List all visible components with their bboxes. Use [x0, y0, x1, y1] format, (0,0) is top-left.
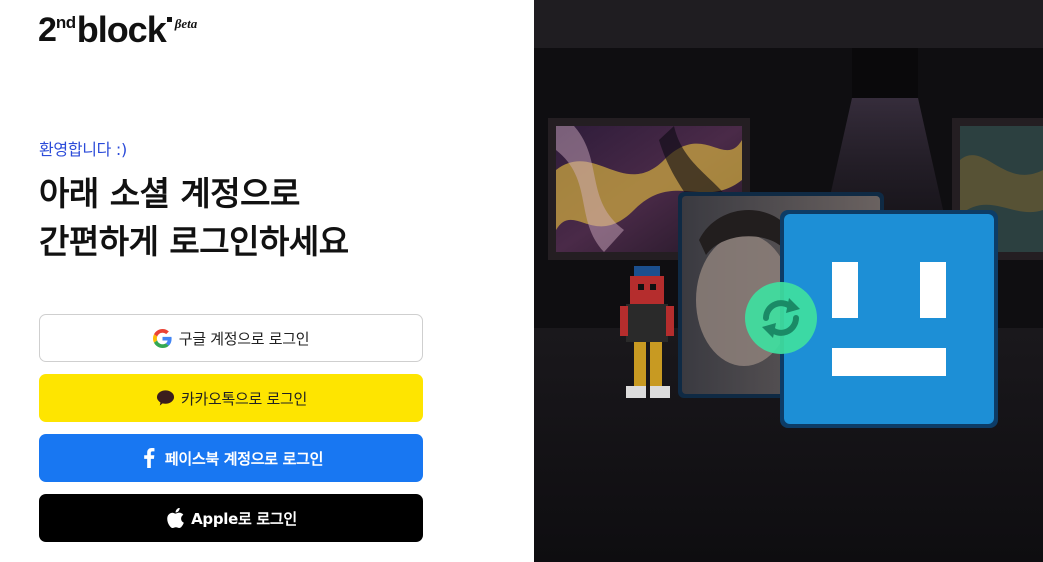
- speech-bubble-icon: [155, 388, 175, 408]
- kakao-login-label: 카카오톡으로 로그인: [181, 389, 307, 408]
- google-login-label: 구글 계정으로 로그인: [178, 329, 310, 348]
- google-icon: [153, 328, 173, 348]
- page-title: 아래 소셜 계정으로 간편하게 로그인하세요: [39, 170, 349, 266]
- title-line-2: 간편하게 로그인하세요: [39, 222, 349, 261]
- gallery-scene: [534, 0, 1043, 562]
- title-line-1: 아래 소셜 계정으로: [39, 174, 300, 213]
- login-panel: 2 nd block βeta 환영합니다 :) 아래 소셜 계정으로 간편하게…: [0, 0, 534, 562]
- welcome-text: 환영합니다 :): [39, 140, 127, 159]
- hero-illustration: [534, 0, 1043, 562]
- logo-number: 2: [38, 11, 57, 49]
- apple-icon: [165, 508, 185, 528]
- beta-badge: βeta: [174, 16, 198, 31]
- apple-login-label: Apple로 로그인: [191, 509, 297, 528]
- kakao-login-button[interactable]: 카카오톡으로 로그인: [39, 374, 423, 422]
- logo-dot: [166, 17, 172, 22]
- facebook-login-label: 페이스북 계정으로 로그인: [164, 449, 324, 468]
- logo-superscript: nd: [55, 13, 76, 32]
- swap-icon: [745, 282, 817, 354]
- logo-word: block: [76, 9, 167, 50]
- facebook-login-button[interactable]: 페이스북 계정으로 로그인: [39, 434, 423, 482]
- brand-logo[interactable]: 2 nd block βeta: [38, 10, 197, 50]
- facebook-icon: [139, 448, 159, 468]
- login-page: 2 nd block βeta 환영합니다 :) 아래 소셜 계정으로 간편하게…: [0, 0, 1043, 562]
- apple-login-button[interactable]: Apple로 로그인: [39, 494, 423, 542]
- google-login-button[interactable]: 구글 계정으로 로그인: [39, 314, 423, 362]
